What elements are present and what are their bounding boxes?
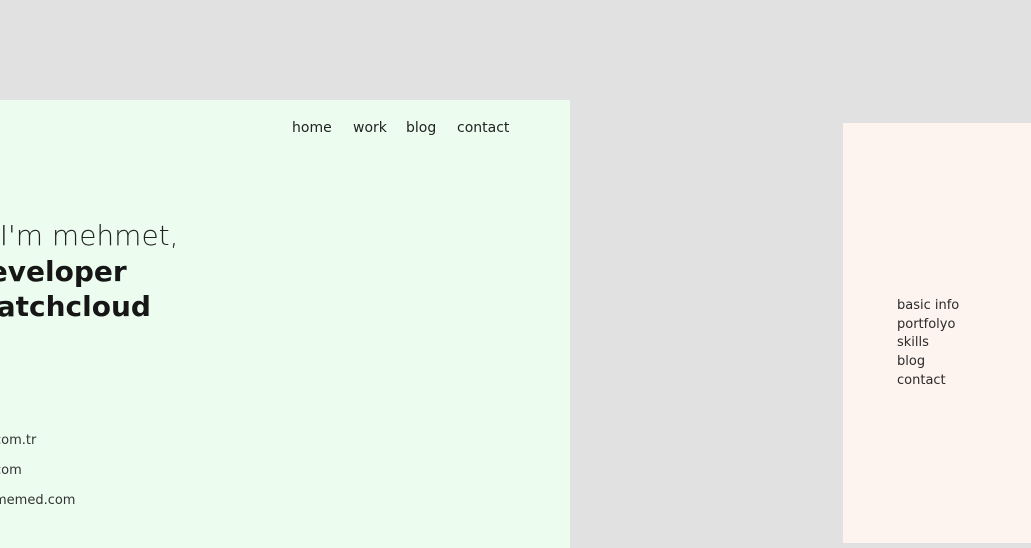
side-menu-item-contact[interactable]: contact [897, 372, 959, 391]
contact-links: com.tr com memed.com [0, 426, 75, 516]
hero-intro: , I'm mehmet, end developer spatchcloud [0, 218, 520, 324]
nav-work-link[interactable]: work [353, 120, 387, 136]
link-item-3[interactable]: memed.com [0, 486, 75, 516]
right-page-preview: basic info portfolyo skills blog contact [843, 123, 1031, 543]
side-menu-item-skills[interactable]: skills [897, 334, 959, 353]
nav-contact-link[interactable]: contact [457, 120, 509, 136]
nav-blog-link[interactable]: blog [406, 120, 436, 136]
hero-greeting: , I'm mehmet, [0, 218, 520, 254]
link-item-2[interactable]: com [0, 456, 75, 486]
side-menu-item-portfolyo[interactable]: portfolyo [897, 316, 959, 335]
side-menu-item-blog[interactable]: blog [897, 353, 959, 372]
hero-role: end developer [0, 255, 127, 288]
link-item-1[interactable]: com.tr [0, 426, 75, 456]
nav-home-link[interactable]: home [292, 120, 332, 136]
side-menu: basic info portfolyo skills blog contact [897, 297, 959, 391]
left-page-preview: home work blog contact , I'm mehmet, end… [0, 100, 570, 548]
side-menu-item-basic-info[interactable]: basic info [897, 297, 959, 316]
hero-company: spatchcloud [0, 290, 151, 323]
hero-greeting-text: , I'm mehmet, [0, 219, 179, 252]
